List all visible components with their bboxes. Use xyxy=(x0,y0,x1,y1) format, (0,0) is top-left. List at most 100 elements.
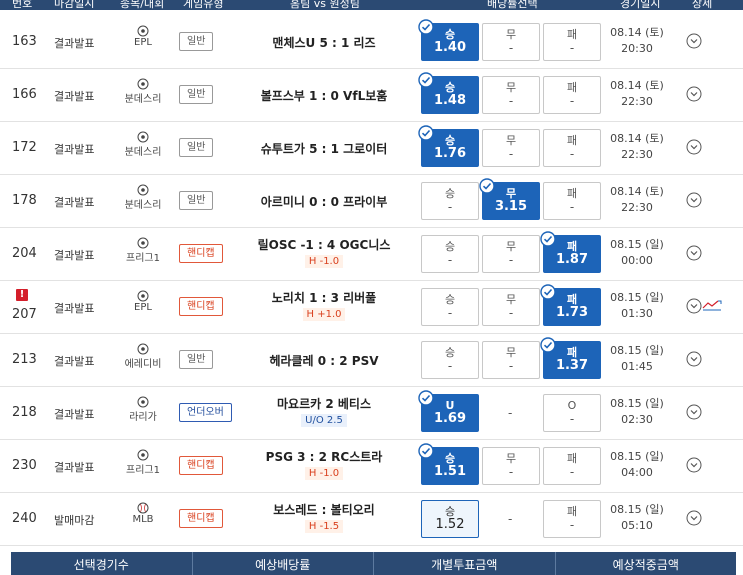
chevron-down-icon[interactable] xyxy=(686,510,702,526)
chevron-down-icon[interactable] xyxy=(686,457,702,473)
odd-value: - xyxy=(569,518,575,532)
summary-expected-payout: 예상적중금액 xyxy=(612,558,679,572)
odd-away-button[interactable]: O- xyxy=(543,394,601,432)
league-name: EPL xyxy=(134,302,152,313)
match-score: 릴OSC -1 : 4 OGC니스 xyxy=(257,238,391,252)
odd-value: - xyxy=(447,253,453,267)
match-line-badge: U/O 2.5 xyxy=(301,414,347,427)
soccer-ball-icon xyxy=(137,290,149,302)
odd-away-button[interactable]: 패- xyxy=(543,500,601,538)
header-col-odds: 배당률선택 xyxy=(487,0,538,10)
chevron-down-icon[interactable] xyxy=(686,33,702,49)
summary-bar: 선택경기수 예상배당률 개별투표금액 예상적중금액 xyxy=(11,552,736,575)
odd-away-button[interactable]: 패 1.87 xyxy=(540,231,601,273)
game-date: 08.14 (토) xyxy=(610,26,664,39)
odd-away-button[interactable]: 패 1.37 xyxy=(540,337,601,379)
game-time: 01:30 xyxy=(621,307,653,320)
game-time: 22:30 xyxy=(621,95,653,108)
odd-home-button[interactable]: U 1.69 xyxy=(418,390,479,432)
odd-value: 1.52 xyxy=(435,517,465,532)
header-col-gametype: 게임유형 xyxy=(183,0,224,10)
odd-away-button[interactable]: 패- xyxy=(543,447,601,485)
odd-away-button[interactable]: 패- xyxy=(543,23,601,61)
soccer-ball-icon xyxy=(137,449,149,461)
odd-label: 무 xyxy=(505,81,517,94)
odd-draw-button[interactable]: 무- xyxy=(482,235,540,273)
chevron-down-icon[interactable] xyxy=(686,404,702,420)
game-date: 08.15 (일) xyxy=(610,238,664,251)
odd-value: 1.40 xyxy=(433,40,467,55)
chevron-down-icon[interactable] xyxy=(686,139,702,155)
odd-away-button[interactable]: 패- xyxy=(543,76,601,114)
game-status: 발매마감 xyxy=(54,514,95,527)
game-status: 결과발표 xyxy=(54,37,95,50)
game-date: 08.15 (일) xyxy=(610,344,664,357)
odd-home-button[interactable]: 승- xyxy=(421,235,479,273)
odd-label: 승 xyxy=(444,293,456,306)
odd-home-button[interactable]: 승- xyxy=(421,288,479,326)
odd-home-button[interactable]: 승 1.51 xyxy=(418,443,479,485)
game-date: 08.15 (일) xyxy=(610,291,664,304)
odd-home-button[interactable]: 승- xyxy=(421,182,479,220)
match-teams: 헤라클레 0 : 2 PSV xyxy=(242,352,406,369)
odds-trend-icon[interactable] xyxy=(702,298,722,312)
odd-label: 무 xyxy=(505,452,517,465)
game-number: 204 xyxy=(12,246,37,261)
odd-value: - xyxy=(508,359,514,373)
odd-home-button[interactable]: 승- xyxy=(421,341,479,379)
game-type-badge: 핸디캡 xyxy=(179,244,223,263)
match-teams: 슈투트가 5 : 1 그로이터 xyxy=(242,140,406,157)
odd-draw-button[interactable]: 무- xyxy=(482,447,540,485)
odd-home-button[interactable]: 승 1.52 xyxy=(421,500,479,538)
match-score: 보스레드 : 볼티오리 xyxy=(273,503,375,517)
game-datetime: 08.15 (일) 05:10 xyxy=(606,502,668,534)
odd-draw-button[interactable]: 무 3.15 xyxy=(479,178,540,220)
match-line-badge: H +1.0 xyxy=(302,308,346,321)
odd-value: 1.73 xyxy=(555,305,589,320)
odd-away-button[interactable]: 패- xyxy=(543,129,601,167)
game-number: 166 xyxy=(12,87,37,102)
odd-home-button[interactable]: 승 1.76 xyxy=(418,125,479,167)
game-number: 218 xyxy=(12,405,37,420)
game-time: 02:30 xyxy=(621,413,653,426)
game-type-badge: 일반 xyxy=(179,350,214,369)
soccer-ball-icon xyxy=(137,78,149,90)
game-datetime: 08.15 (일) 00:00 xyxy=(606,237,668,269)
odd-draw-button[interactable]: 무- xyxy=(482,341,540,379)
odd-away-button[interactable]: 패 1.73 xyxy=(540,284,601,326)
sport-league: 분데스리 xyxy=(125,131,161,158)
selected-check-icon xyxy=(418,125,434,141)
odd-label: 패 xyxy=(566,81,578,94)
chevron-down-icon[interactable] xyxy=(686,86,702,102)
chevron-down-icon[interactable] xyxy=(686,298,702,314)
selected-check-icon xyxy=(479,178,495,194)
match-score: PSG 3 : 2 RC스트라 xyxy=(265,450,383,464)
game-datetime: 08.14 (토) 22:30 xyxy=(606,131,668,163)
odd-label: 무 xyxy=(505,28,517,41)
sport-league: 프리그1 xyxy=(126,237,160,264)
chevron-down-icon[interactable] xyxy=(686,192,702,208)
game-status: 결과발표 xyxy=(54,196,95,209)
odd-label: 패 xyxy=(566,452,578,465)
odd-value: - xyxy=(569,94,575,108)
match-score: 노리치 1 : 3 리버풀 xyxy=(271,291,377,305)
chevron-down-icon[interactable] xyxy=(686,351,702,367)
odd-draw-button[interactable]: 무- xyxy=(482,129,540,167)
odd-draw-button[interactable]: 무- xyxy=(482,23,540,61)
league-name: EPL xyxy=(134,37,152,48)
odd-away-button[interactable]: 패- xyxy=(543,182,601,220)
odd-home-button[interactable]: 승 1.40 xyxy=(418,19,479,61)
odd-value: - xyxy=(447,359,453,373)
match-score: 마요르카 2 베티스 xyxy=(277,397,371,411)
match-score: 볼프스부 1 : 0 VfL보훔 xyxy=(260,89,388,103)
match-score: 아르미니 0 : 0 프라이부 xyxy=(260,195,388,209)
chevron-down-icon[interactable] xyxy=(686,245,702,261)
odd-label: 승 xyxy=(444,187,456,200)
odd-draw-button[interactable]: 무- xyxy=(482,76,540,114)
odd-draw-button[interactable]: 무- xyxy=(482,288,540,326)
match-line-badge: H -1.0 xyxy=(304,255,344,268)
sport-league: 에레디비 xyxy=(125,343,161,370)
odd-home-button[interactable]: 승 1.48 xyxy=(418,72,479,114)
match-teams: 보스레드 : 볼티오리 H -1.5 xyxy=(242,501,406,533)
game-type-badge: 일반 xyxy=(179,85,214,104)
